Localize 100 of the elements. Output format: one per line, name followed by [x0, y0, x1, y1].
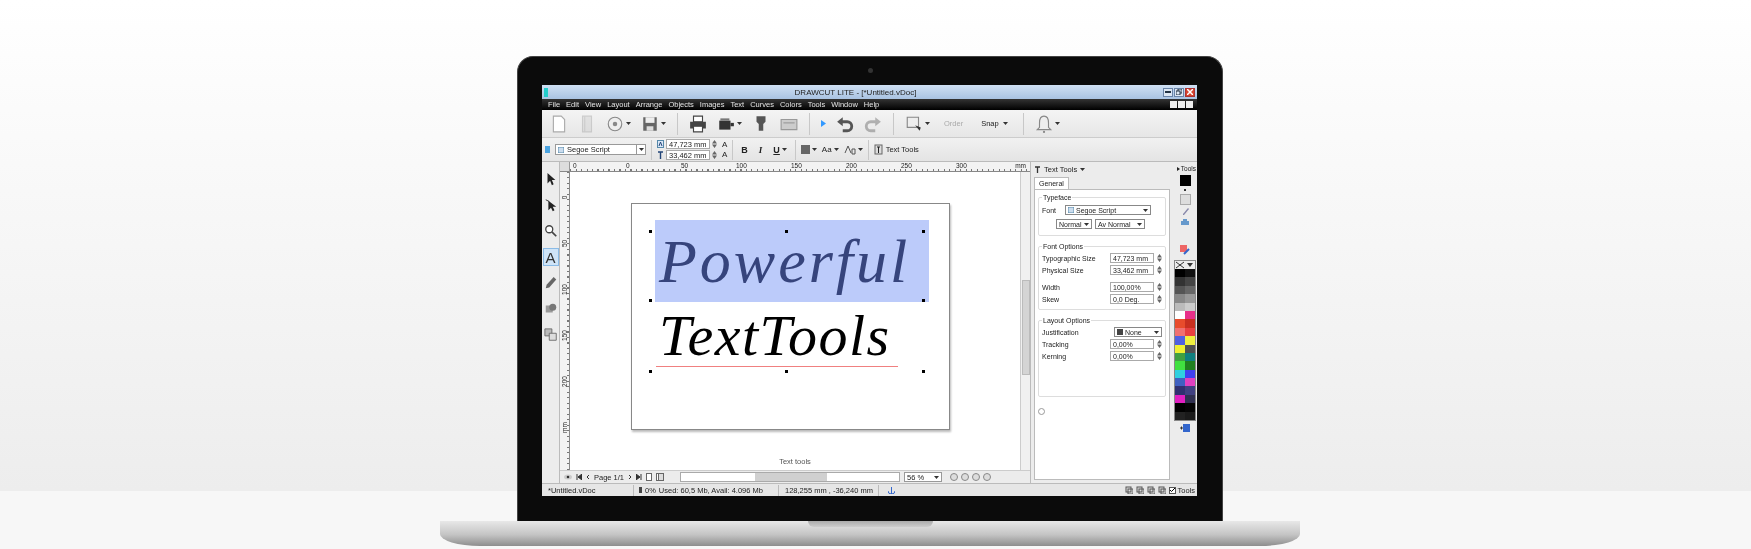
tools-checkbox[interactable] — [1169, 486, 1177, 494]
color-swatch[interactable] — [1185, 285, 1195, 295]
color-swatch[interactable] — [1175, 344, 1185, 353]
color-swatch[interactable] — [1185, 386, 1195, 395]
text-style-button[interactable]: U — [770, 144, 790, 155]
color-swatch[interactable] — [1185, 411, 1195, 421]
help-icon[interactable] — [1038, 408, 1045, 415]
caret-icon — [811, 148, 817, 151]
add-color-icon[interactable] — [1180, 424, 1190, 433]
scanner-icon — [1181, 219, 1189, 225]
color-swatch[interactable] — [1185, 302, 1195, 311]
text-style-button[interactable]: B — [738, 144, 751, 155]
color-swatch[interactable] — [1185, 269, 1195, 278]
justification-icon — [1117, 329, 1123, 335]
fill-button[interactable] — [800, 145, 817, 154]
filter-icon[interactable] — [1158, 486, 1167, 494]
ruler-corner — [560, 162, 570, 172]
case-button[interactable]: Aa — [821, 145, 839, 154]
color-swatch[interactable] — [1175, 302, 1185, 311]
font-size-button[interactable]: A — [722, 139, 728, 150]
caret-icon — [661, 122, 666, 125]
toolbar-button[interactable] — [687, 112, 709, 135]
zoom-fit-icon[interactable] — [972, 473, 981, 481]
font-size-icon — [657, 151, 664, 159]
battery-icon — [639, 487, 642, 493]
color-swatch[interactable] — [1175, 361, 1185, 370]
color-swatch[interactable] — [1175, 386, 1185, 395]
color-swatch[interactable] — [1175, 411, 1185, 421]
color-swatch[interactable] — [1185, 327, 1195, 337]
caret-icon — [781, 148, 787, 151]
tool-button[interactable] — [542, 222, 559, 240]
canvas-text[interactable]: TextTools — [655, 306, 929, 366]
color-swatch[interactable] — [1175, 336, 1185, 345]
color-swatch[interactable] — [1175, 294, 1185, 303]
font-size-button[interactable]: A — [722, 149, 728, 160]
caret-icon — [638, 148, 644, 151]
camera-dot — [868, 68, 873, 73]
minimize-icon — [1165, 91, 1171, 93]
color-swatch[interactable] — [1185, 344, 1195, 353]
minimize-button[interactable] — [1163, 87, 1173, 97]
spinner-icon[interactable] — [1157, 266, 1162, 274]
color-swatch[interactable] — [1175, 403, 1185, 412]
color-swatch[interactable] — [1175, 369, 1185, 379]
color-swatch[interactable] — [1175, 277, 1185, 286]
caret-icon — [737, 122, 742, 125]
caret-icon — [1137, 222, 1142, 226]
color-swatch[interactable] — [1185, 361, 1195, 370]
color-swatch[interactable] — [1185, 310, 1195, 320]
previous-page-icon[interactable] — [586, 474, 590, 480]
spinner-icon[interactable] — [712, 140, 717, 148]
vertical-scrollbar[interactable] — [1020, 172, 1030, 470]
caret-icon — [925, 122, 930, 125]
canvas-text[interactable]: Powerful — [655, 220, 929, 302]
no-color-icon[interactable] — [1175, 261, 1185, 269]
spinner-icon[interactable] — [1157, 340, 1162, 348]
color-swatch[interactable] — [1175, 394, 1185, 404]
color-swatch[interactable] — [1185, 336, 1195, 345]
objects-icon[interactable] — [1147, 486, 1156, 494]
pages-icon[interactable] — [656, 473, 665, 481]
color-swatch[interactable] — [1185, 394, 1195, 404]
spinner-icon[interactable] — [1157, 352, 1162, 360]
selection-handles-drawing[interactable] — [649, 230, 925, 373]
palette-menu-icon[interactable] — [1185, 261, 1195, 269]
color-swatch[interactable] — [1175, 310, 1185, 320]
horizontal-scrollbar[interactable] — [680, 472, 901, 482]
color-swatch[interactable] — [1185, 319, 1195, 328]
color-swatch[interactable] — [1175, 285, 1185, 295]
color-swatch[interactable] — [1175, 319, 1185, 328]
color-swatch[interactable] — [1185, 403, 1195, 412]
restore-button[interactable] — [1174, 87, 1184, 97]
spinner-icon[interactable] — [1157, 254, 1162, 262]
spinner-icon[interactable] — [1157, 295, 1162, 303]
zoom-out-icon[interactable] — [961, 473, 970, 481]
color-swatch[interactable] — [1185, 294, 1195, 303]
color-swatch[interactable] — [1175, 269, 1185, 278]
color-swatch[interactable] — [1185, 378, 1195, 387]
color-swatch[interactable] — [1185, 369, 1195, 379]
close-button[interactable] — [1185, 87, 1195, 97]
layers-icon[interactable] — [1136, 486, 1145, 494]
caret-icon — [857, 148, 863, 151]
color-swatch[interactable] — [1175, 327, 1185, 337]
spinner-icon[interactable] — [712, 151, 717, 159]
spell-check-button[interactable] — [843, 144, 863, 155]
color-swatch[interactable] — [1185, 352, 1195, 362]
color-swatch[interactable] — [1175, 378, 1185, 387]
bell-icon — [1034, 114, 1053, 133]
color-swatch[interactable] — [1175, 352, 1185, 362]
text-tool[interactable]: A — [542, 248, 559, 266]
color-swatch[interactable] — [1185, 277, 1195, 286]
checkmark-icon — [1170, 488, 1176, 492]
caret-icon — [626, 122, 631, 125]
next-page-icon[interactable] — [628, 474, 633, 480]
snap-icon[interactable] — [1125, 486, 1134, 494]
add-page-icon[interactable] — [646, 473, 653, 481]
zoom-in-icon[interactable] — [950, 473, 959, 481]
last-page-icon[interactable] — [636, 474, 643, 480]
zoom-page-icon[interactable] — [983, 473, 992, 481]
text-style-button[interactable]: I — [755, 144, 766, 155]
first-page-icon[interactable] — [576, 474, 582, 480]
spinner-icon[interactable] — [1157, 283, 1162, 291]
